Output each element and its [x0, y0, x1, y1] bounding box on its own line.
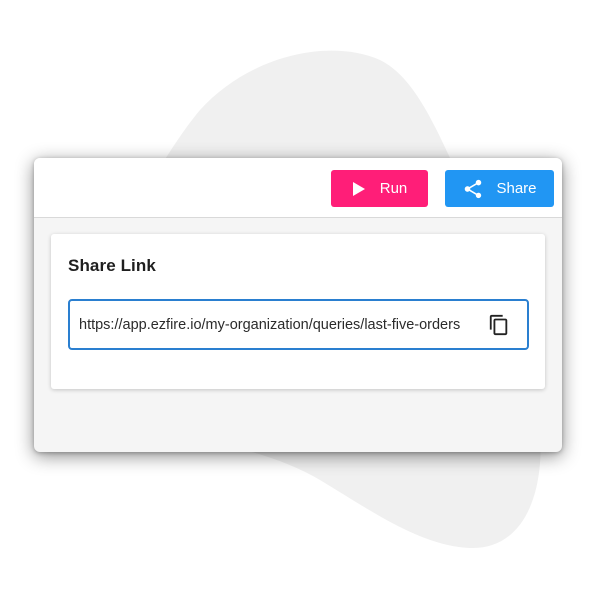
copy-button[interactable]	[487, 313, 511, 337]
share-button[interactable]: Share	[445, 170, 554, 207]
stage: Run Share Share Link https://app.ezfire.…	[0, 0, 600, 600]
copy-icon	[489, 314, 508, 335]
share-icon	[462, 178, 484, 200]
card-title: Share Link	[68, 256, 156, 275]
share-link-card: Share Link https://app.ezfire.io/my-orga…	[51, 234, 545, 389]
play-icon	[352, 181, 366, 197]
share-link-field[interactable]: https://app.ezfire.io/my-organization/qu…	[68, 299, 529, 350]
app-window: Run Share Share Link https://app.ezfire.…	[34, 158, 562, 452]
run-button-label: Run	[379, 180, 408, 197]
share-button-label: Share	[496, 180, 537, 197]
toolbar: Run Share	[34, 158, 562, 218]
run-button[interactable]: Run	[331, 170, 428, 207]
share-link-text[interactable]: https://app.ezfire.io/my-organization/qu…	[79, 317, 487, 333]
